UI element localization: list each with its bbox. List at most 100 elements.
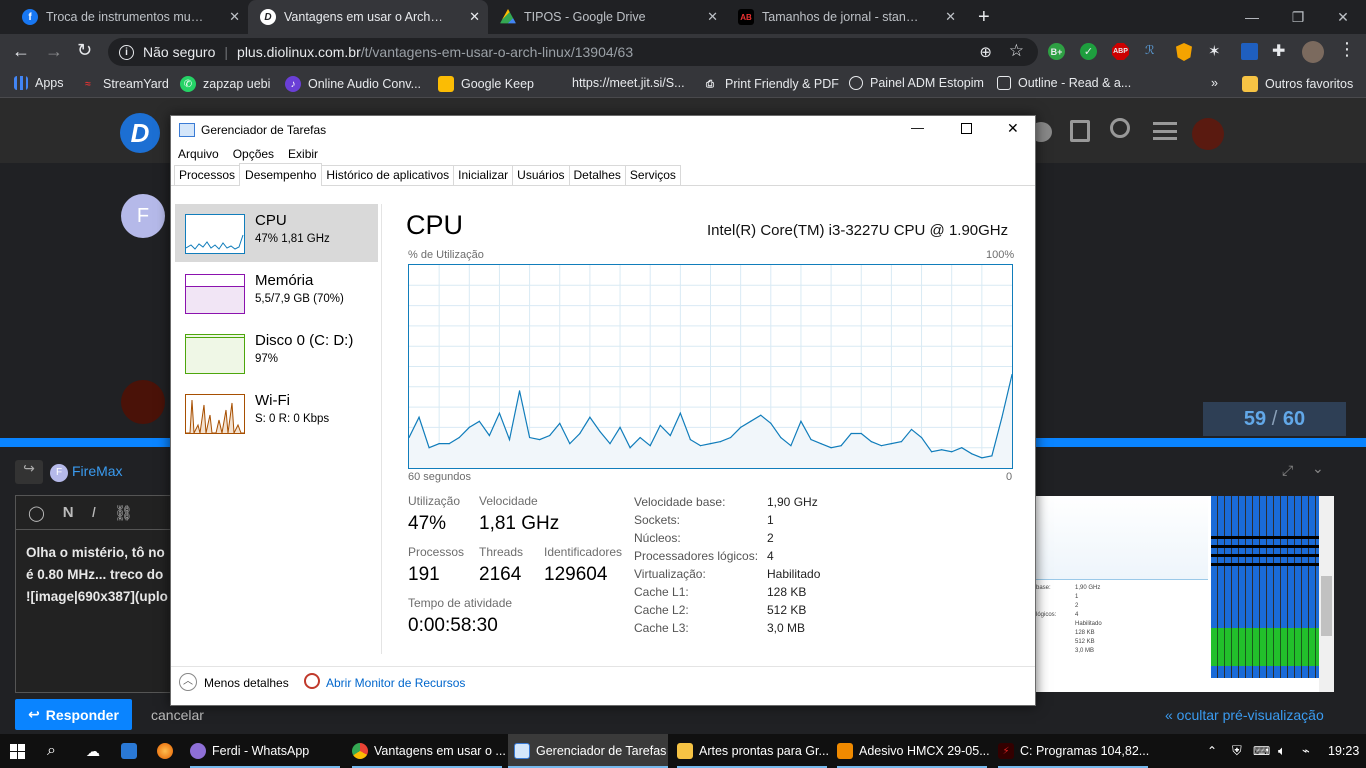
extension-icon[interactable]: ✶	[1208, 42, 1221, 60]
back-icon[interactable]: ←	[12, 41, 30, 62]
sidebar-item-wifi[interactable]: Wi-Fi S: 0 R: 0 Kbps	[175, 384, 378, 442]
tab-desempenho[interactable]: Desempenho	[239, 163, 323, 186]
expand-icon[interactable]: ⤢	[1282, 462, 1293, 479]
twitch-icon[interactable]	[1070, 120, 1090, 142]
bookmark-item[interactable]: ♪ Online Audio Conv...	[285, 76, 421, 92]
extension-icon[interactable]: ℛ	[1145, 43, 1155, 57]
browser-tab-active[interactable]: D Vantagens em usar o Arch Linux ✕	[248, 0, 488, 34]
shield-icon[interactable]: ⛨	[1232, 734, 1242, 768]
info-icon[interactable]: i	[119, 44, 134, 60]
keyboard-icon[interactable]: ⌨	[1253, 734, 1270, 768]
tab-servicos[interactable]: Serviços	[624, 165, 681, 185]
taskbar-item[interactable]: Vantagens em usar o ...	[352, 734, 507, 768]
close-tab-icon[interactable]: ✕	[229, 9, 240, 25]
less-details-button[interactable]: Menos detalhes	[204, 676, 289, 690]
tab-detalhes[interactable]: Detalhes	[568, 165, 626, 185]
new-tab-icon[interactable]: +	[978, 6, 990, 29]
search-icon[interactable]	[1110, 118, 1130, 138]
browser-tab[interactable]: TIPOS - Google Drive ✕	[488, 0, 726, 34]
tab-usuarios[interactable]: Usuários	[512, 165, 570, 185]
star-icon[interactable]: ☆	[1009, 41, 1024, 61]
check-icon[interactable]: ✓	[1080, 43, 1097, 60]
taskbar-item[interactable]: ⚡ C: Programas 104,82...	[998, 734, 1158, 768]
profile-avatar[interactable]	[1302, 41, 1324, 63]
hamburger-menu-icon[interactable]	[1153, 122, 1177, 140]
bookmarks-more-button[interactable]: »	[1211, 76, 1218, 90]
link-icon[interactable]: ⛓	[114, 504, 133, 522]
resource-monitor-link[interactable]: Abrir Monitor de Recursos	[326, 676, 465, 690]
add-icon[interactable]: ⊕	[979, 43, 992, 61]
extension-icon[interactable]	[1241, 43, 1258, 60]
app-icon[interactable]	[121, 734, 143, 768]
puzzle-icon[interactable]: ✚	[1272, 41, 1285, 61]
menu-item-arquivo[interactable]: Arquivo	[171, 147, 226, 161]
network-icon[interactable]: ⌁	[1302, 734, 1310, 768]
taskbar-item[interactable]: Adesivo HMCX 29-05...	[837, 734, 992, 768]
site-logo[interactable]: D	[120, 113, 160, 153]
bookmark-item[interactable]: ⎙ Print Friendly & PDF	[702, 76, 839, 92]
close-tab-icon[interactable]: ✕	[469, 9, 480, 25]
user-avatar[interactable]	[1192, 118, 1224, 150]
sidebar-item-disco[interactable]: Disco 0 (C: D:) 97%	[175, 324, 378, 382]
sidebar-item-memoria[interactable]: Memória 5,5/7,9 GB (70%)	[175, 264, 378, 322]
start-button[interactable]	[10, 734, 25, 768]
avatar[interactable]	[121, 380, 165, 424]
close-tab-icon[interactable]: ✕	[707, 9, 718, 25]
tab-processos[interactable]: Processos	[174, 165, 241, 185]
chevron-up-icon[interactable]: ︿	[179, 673, 197, 691]
forward-icon[interactable]: →	[45, 41, 63, 62]
maximize-icon[interactable]	[961, 123, 972, 134]
clock[interactable]: 19:23	[1328, 734, 1359, 768]
cloud-icon[interactable]: ☁	[86, 734, 100, 768]
reply-button[interactable]: ↩ Responder	[15, 699, 132, 730]
sidebar-item-cpu[interactable]: CPU 47% 1,81 GHz	[175, 204, 378, 262]
topic-progress[interactable]: 59 / 60	[1203, 402, 1346, 436]
extension-icon[interactable]: B+	[1048, 43, 1065, 60]
close-window-icon[interactable]: ✕	[1320, 0, 1366, 34]
close-window-icon[interactable]: ✕	[1007, 120, 1019, 137]
taskbar-item[interactable]: Artes prontas para Gr...	[677, 734, 832, 768]
quote-icon[interactable]: ◯	[28, 504, 45, 522]
search-icon[interactable]: ⌕	[47, 734, 56, 768]
close-tab-icon[interactable]: ✕	[945, 9, 956, 25]
detail-label: Sockets:	[634, 513, 681, 527]
menu-item-exibir[interactable]: Exibir	[281, 147, 325, 161]
firefox-icon[interactable]	[157, 734, 179, 768]
cancel-link[interactable]: cancelar	[151, 707, 204, 723]
detail-value: Habilitado	[767, 567, 821, 581]
taskbar-item-active[interactable]: Gerenciador de Tarefas	[508, 734, 668, 768]
reply-username[interactable]: FireMax	[72, 463, 123, 479]
collapse-icon[interactable]: ⌄	[1312, 460, 1324, 477]
reply-arrow-icon[interactable]: ↪	[15, 460, 43, 484]
bookmark-apps[interactable]: Apps	[14, 76, 64, 90]
preview-scrollbar[interactable]	[1319, 496, 1334, 692]
menu-dots-icon[interactable]: ⋮	[1338, 40, 1356, 58]
avatar[interactable]: F	[121, 194, 165, 238]
reload-icon[interactable]: ↻	[77, 40, 92, 61]
bookmark-item[interactable]: Painel ADM Estopim	[849, 76, 984, 90]
tab-inicializar[interactable]: Inicializar	[453, 165, 514, 185]
shield-icon[interactable]	[1176, 43, 1192, 61]
bookmark-item[interactable]: ✆ zapzap uebi	[180, 76, 270, 92]
browser-tab[interactable]: f Troca de instrumentos musicais R ✕	[10, 0, 248, 34]
minimize-icon[interactable]: —	[1229, 0, 1275, 34]
adblock-icon[interactable]: ABP	[1112, 43, 1129, 60]
composer-editor[interactable]: ◯ N I ⛓ Olha o mistério, tô no é 0.80 MHz..…	[15, 495, 175, 693]
italic-icon[interactable]: I	[92, 504, 96, 521]
bookmark-other-folder[interactable]: Outros favoritos	[1242, 76, 1353, 92]
hide-preview-link[interactable]: « ocultar pré-visualização	[1165, 707, 1324, 723]
volume-icon[interactable]: 🔈︎	[1278, 734, 1286, 768]
address-bar[interactable]: i Não seguro | plus.diolinux.com.br /t/v…	[108, 38, 1038, 66]
bookmark-item[interactable]: ≈ StreamYard	[80, 76, 169, 92]
bookmark-item[interactable]: Google Keep	[438, 76, 534, 92]
bold-icon[interactable]: N	[63, 504, 74, 521]
browser-tab[interactable]: AB Tamanhos de jornal - standard, b ✕	[726, 0, 964, 34]
taskbar-item[interactable]: Ferdi - WhatsApp	[190, 734, 345, 768]
tab-historico[interactable]: Histórico de aplicativos	[321, 165, 455, 185]
minimize-icon[interactable]: —	[911, 120, 924, 135]
bookmark-item[interactable]: Outline - Read & a...	[997, 76, 1131, 90]
menu-item-opcoes[interactable]: Opções	[226, 147, 281, 161]
chevron-up-icon[interactable]: ⌃	[1207, 734, 1217, 768]
restore-icon[interactable]: ❐	[1275, 0, 1321, 34]
bookmark-item[interactable]: https://meet.jit.si/S...	[572, 76, 685, 90]
